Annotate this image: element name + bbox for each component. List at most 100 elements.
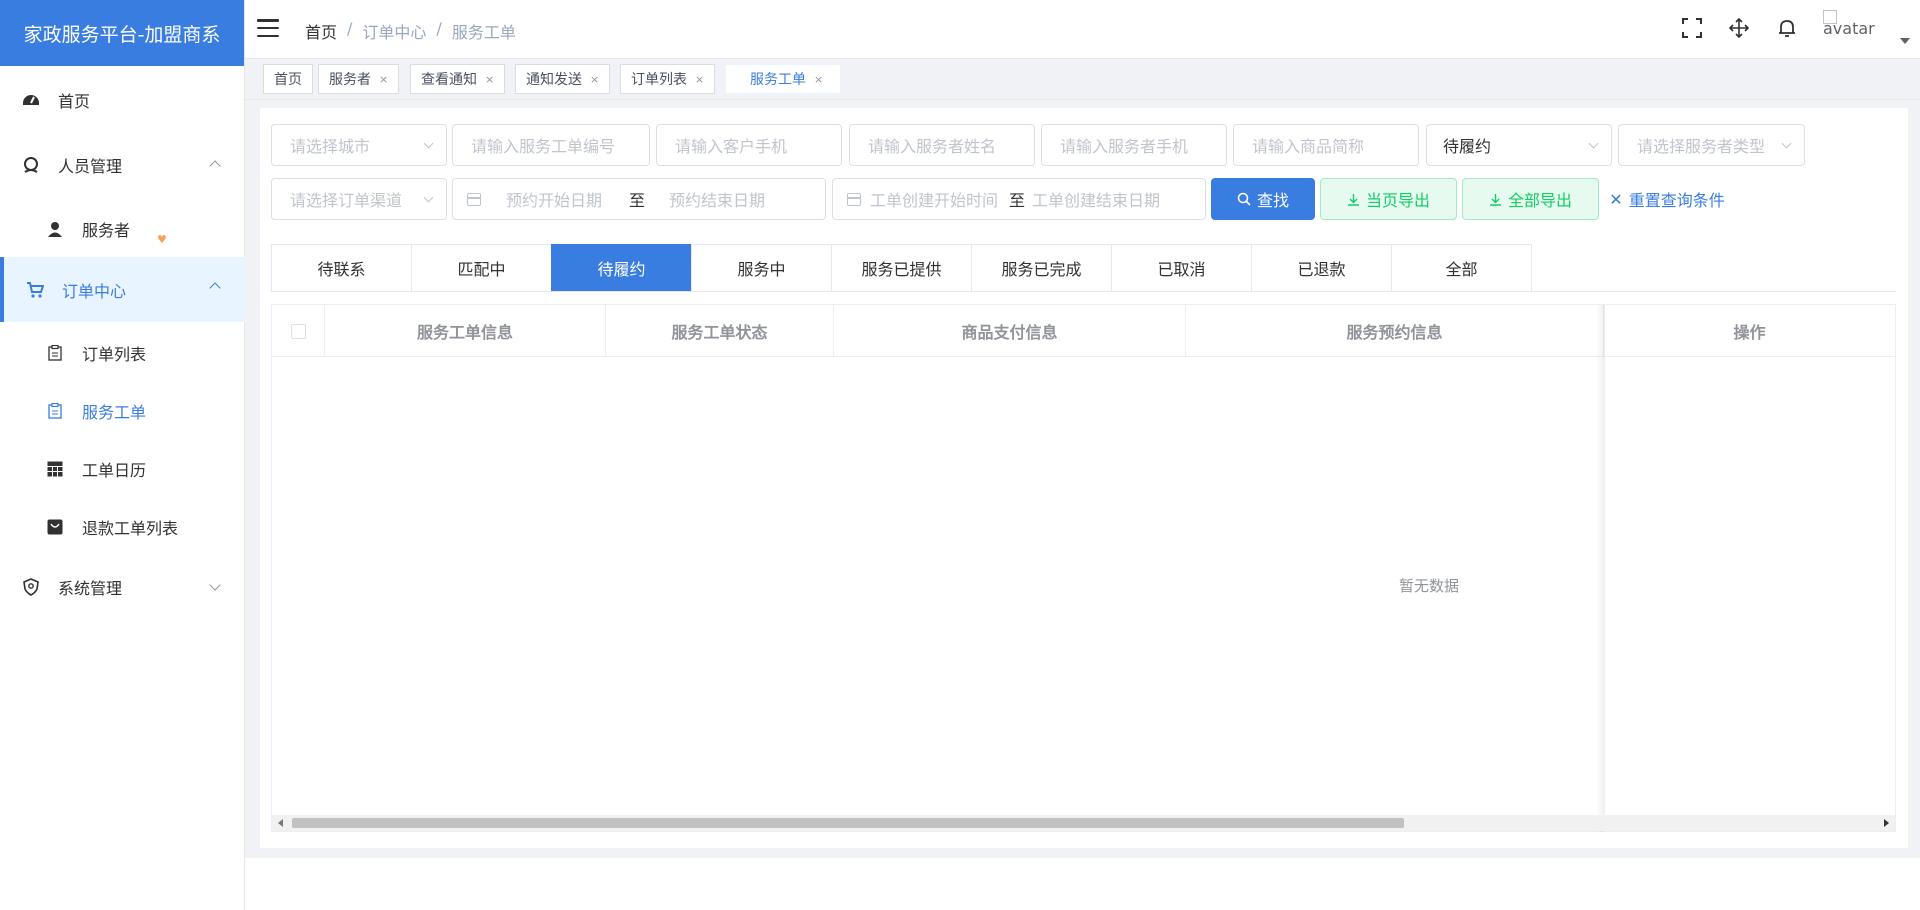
column-header: 服务预约信息 [1186,305,1604,357]
sidebar-item-order-list[interactable]: 订单列表 [0,333,245,373]
tag-send-notice[interactable]: 通知发送 × [515,64,611,94]
sidebar-item-label: 工单日历 [82,461,147,480]
tag-provider[interactable]: 服务者 × [318,64,400,94]
status-tabs: 待联系 匹配中 待履约 服务中 服务已提供 服务已完成 已取消 已退款 全部 [271,244,1532,292]
provider-type-select[interactable]: 请选择服务者类型 [1618,124,1805,166]
close-icon[interactable]: × [379,73,388,86]
customer-phone-input[interactable]: 请输入客户手机 [656,124,842,166]
appoint-start-placeholder[interactable]: 预约开始日期 [506,187,602,211]
close-icon[interactable]: × [485,73,494,86]
tag-service-order[interactable]: 服务工单 × [725,64,841,94]
tag-view-notice[interactable]: 查看通知 × [410,64,506,94]
avatar[interactable]: avatar [1823,10,1875,48]
download-icon [1347,193,1359,206]
bell-icon[interactable] [1775,16,1799,40]
sidebar-item-order-center[interactable]: 订单中心 [0,257,245,322]
sidebar-item-provider[interactable]: 服务者 ♥ [0,209,245,249]
sidebar: 家政服务平台-加盟商系 首页 人员管理 服务者 ♥ 订单中心 订单列表 服务工单… [0,0,245,910]
tag-home[interactable]: 首页 [263,64,313,94]
create-date-range[interactable]: 工单创建开始时间 至 工单创建结束日期 [832,178,1206,220]
download-icon [1489,193,1501,206]
status-tab[interactable]: 待联系 [271,244,412,292]
empty-state-text: 暂无数据 [1399,577,1460,595]
range-separator: 至 [629,191,646,210]
sidebar-item-people[interactable]: 人员管理 [0,145,245,185]
city-placeholder: 请选择城市 [290,137,371,156]
export-all-button[interactable]: 全部导出 [1462,178,1599,220]
fullscreen-icon[interactable] [1680,16,1704,40]
status-tab[interactable]: 全部 [1391,244,1532,292]
sidebar-item-refund-list[interactable]: 退款工单列表 [0,507,245,547]
chevron-down-icon [1781,138,1792,149]
sidebar-item-system[interactable]: 系统管理 [0,567,245,607]
hamburger-icon[interactable] [257,19,279,37]
close-icon[interactable]: × [814,73,823,86]
appoint-end-placeholder[interactable]: 预约结束日期 [669,187,765,211]
brand-title: 家政服务平台-加盟商系 [0,0,244,66]
calendar-icon [467,193,481,206]
sidebar-item-label: 人员管理 [58,157,123,176]
provider-type-placeholder: 请选择服务者类型 [1637,137,1766,156]
status-tab[interactable]: 已退款 [1251,244,1392,292]
chevron-down-icon [209,579,221,592]
status-tab[interactable]: 已取消 [1111,244,1252,292]
reset-filters-button[interactable]: ✕ 重置查询条件 [1604,178,1730,220]
status-tab[interactable]: 服务中 [691,244,832,292]
shield-icon [22,578,40,596]
tag-label: 服务工单 [750,72,806,88]
status-tab[interactable]: 服务已提供 [831,244,972,292]
appointment-date-range[interactable]: 预约开始日期 至 预约结束日期 [452,178,826,220]
fixed-column-divider [1604,305,1605,816]
sidebar-item-home[interactable]: 首页 [0,80,245,120]
user-icon [46,220,64,238]
move-icon[interactable] [1727,16,1751,40]
scrollbar-thumb[interactable] [292,818,1404,828]
create-end-placeholder[interactable]: 工单创建结束日期 [1032,187,1160,211]
breadcrumb-separator: / [436,19,442,38]
status-tab-active[interactable]: 待履约 [551,244,692,292]
tag-order-list[interactable]: 订单列表 × [620,64,716,94]
city-select[interactable]: 请选择城市 [271,124,447,166]
search-button[interactable]: 查找 [1211,178,1315,220]
people-icon [22,156,40,174]
create-start-placeholder[interactable]: 工单创建开始时间 [870,187,998,211]
scroll-left-icon[interactable] [278,819,283,827]
tabs-divider [271,291,1896,292]
channel-select[interactable]: 请选择订单渠道 [271,178,447,220]
clipboard-icon [46,344,64,362]
tag-label: 查看通知 [421,72,477,88]
breadcrumb: 首页 / 订单中心 / 服务工单 [305,19,516,43]
provider-phone-placeholder: 请输入服务者手机 [1060,137,1189,156]
tag-label: 服务者 [329,72,371,88]
caret-down-icon[interactable] [1900,38,1910,44]
sidebar-item-calendar[interactable]: 工单日历 [0,449,245,489]
dashboard-icon [22,91,40,109]
chevron-down-icon [423,138,434,149]
close-icon[interactable]: × [695,73,704,86]
reset-label: 重置查询条件 [1628,191,1725,210]
sidebar-item-label: 服务工单 [82,403,147,422]
channel-placeholder: 请选择订单渠道 [290,191,403,210]
provider-name-placeholder: 请输入服务者姓名 [868,137,997,156]
provider-phone-input[interactable]: 请输入服务者手机 [1041,124,1227,166]
provider-name-input[interactable]: 请输入服务者姓名 [849,124,1035,166]
close-icon[interactable]: × [590,73,599,86]
status-tab[interactable]: 服务已完成 [971,244,1112,292]
table-header: 服务工单信息 服务工单状态 商品支付信息 服务预约信息 操作 [272,305,1895,357]
scroll-right-icon[interactable] [1884,819,1889,827]
chevron-up-icon [209,160,221,172]
top-header: 首页 / 订单中心 / 服务工单 avatar [245,0,1920,58]
sidebar-item-service-order[interactable]: 服务工单 [0,391,245,431]
breadcrumb-home[interactable]: 首页 [305,19,337,43]
order-no-input[interactable]: 请输入服务工单编号 [452,124,650,166]
product-input[interactable]: 请输入商品简称 [1233,124,1419,166]
export-page-button[interactable]: 当页导出 [1320,178,1457,220]
status-select[interactable]: 待履约 [1426,124,1612,166]
breadcrumb-order-center[interactable]: 订单中心 [362,19,426,43]
customer-phone-placeholder: 请输入客户手机 [675,137,788,156]
select-all-checkbox[interactable] [290,323,306,339]
horizontal-scrollbar[interactable] [272,815,1895,831]
column-header: 操作 [1733,323,1766,342]
status-tab[interactable]: 匹配中 [411,244,552,292]
chevron-down-icon [1588,138,1599,149]
